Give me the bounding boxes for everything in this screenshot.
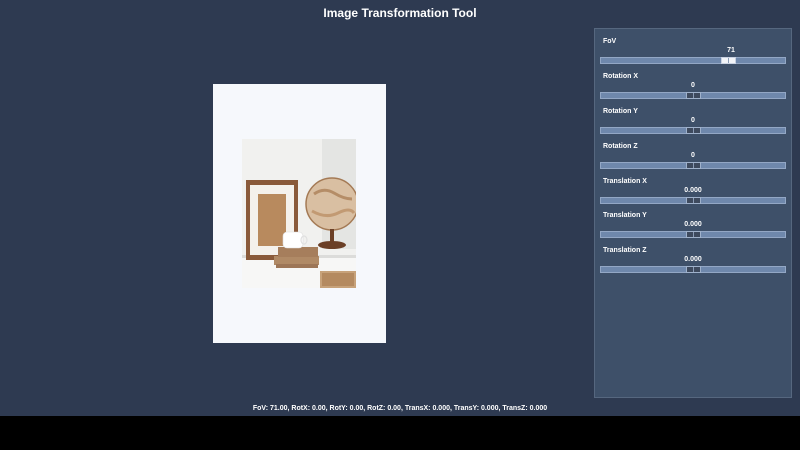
control-translation-y: Translation Y 0.000 [600,212,787,242]
control-rotation-x: Rotation X 0 [600,73,787,103]
rotation-z-value: 0 [691,152,695,159]
rotation-y-value: 0 [691,117,695,124]
translation-y-label: Translation Y [603,212,647,219]
fov-slider-handle[interactable] [721,57,736,64]
rotation-y-slider-handle[interactable] [686,127,701,134]
rotation-x-value: 0 [691,82,695,89]
image-canvas [213,84,386,343]
fov-slider-track[interactable] [600,57,786,64]
app-title: Image Transformation Tool [323,6,477,20]
status-bar: FoV: 71.00, RotX: 0.00, RotY: 0.00, RotZ… [252,405,548,412]
translation-z-value: 0.000 [684,256,702,263]
preview-image [242,139,356,288]
rotation-z-label: Rotation Z [603,143,638,150]
translation-y-slider-handle[interactable] [686,231,701,238]
bottom-bar [0,416,800,450]
rotation-y-label: Rotation Y [603,108,638,115]
translation-y-value: 0.000 [684,221,702,228]
translation-x-slider-handle[interactable] [686,197,701,204]
fov-label: FoV [603,38,617,45]
control-rotation-y: Rotation Y 0 [600,108,787,138]
control-translation-x: Translation X 0.000 [600,178,787,208]
control-translation-z: Translation Z 0.000 [600,247,787,277]
translation-z-slider-handle[interactable] [686,266,701,273]
control-fov: FoV 71 [600,38,787,68]
translation-x-label: Translation X [603,178,647,185]
fov-value: 71 [727,47,735,54]
controls-panel: FoV 71 Rotation X 0 Rotation Y 0 Rotatio… [594,28,792,398]
rotation-x-label: Rotation X [603,73,638,80]
rotation-z-slider-handle[interactable] [686,162,701,169]
rotation-x-slider-handle[interactable] [686,92,701,99]
translation-x-value: 0.000 [684,187,702,194]
app-window: Image Transformation Tool FoV 71 Rotatio… [0,0,800,416]
translation-z-label: Translation Z [603,247,647,254]
control-rotation-z: Rotation Z 0 [600,143,787,173]
